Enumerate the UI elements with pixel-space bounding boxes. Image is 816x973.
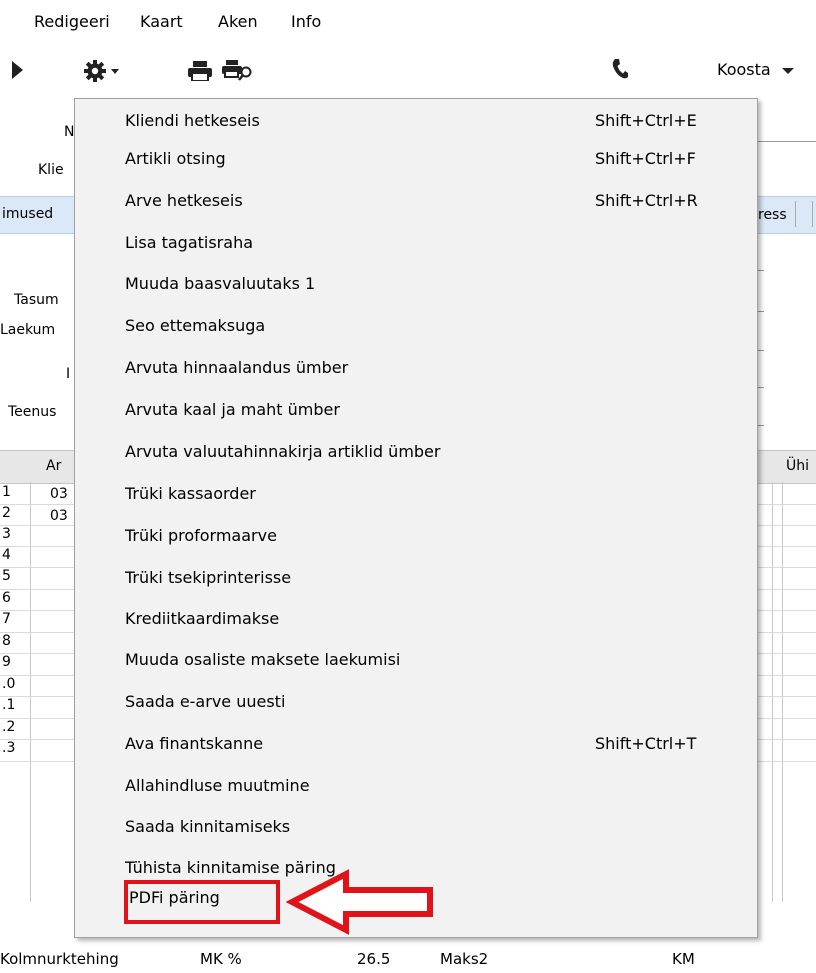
tab-right-label[interactable]: ress — [758, 207, 787, 223]
menu-redigeeri[interactable]: Redigeeri — [34, 12, 110, 31]
menu-aken[interactable]: Aken — [218, 12, 258, 31]
menu-item-muuda-baasvaluutaks[interactable]: Muuda baasvaluutaks 1 — [75, 265, 757, 303]
chevron-down-icon — [781, 68, 794, 74]
highlight-box — [124, 880, 280, 924]
toolbar: Koosta — [0, 44, 816, 96]
form-label-teenus: Teenus — [8, 404, 57, 420]
menu-item-lisa-tagatisraha[interactable]: Lisa tagatisraha — [75, 224, 757, 262]
row-code[interactable]: 03 — [50, 486, 68, 502]
row-number: .1 — [2, 697, 16, 713]
menu-item-truki-kassaorder[interactable]: Trüki kassaorder — [75, 475, 757, 513]
form-label-n: N — [64, 124, 75, 140]
grid-column-line — [772, 482, 773, 902]
print-preview-icon[interactable] — [222, 60, 254, 82]
menu-item-label: Ava finantskanne — [125, 734, 264, 753]
menu-item-seo-ettemaksuga[interactable]: Seo ettemaksuga — [75, 307, 757, 345]
tab-divider — [812, 201, 813, 227]
tab-left-label[interactable]: imused — [2, 206, 53, 222]
menu-item-label: Seo ettemaksuga — [125, 316, 266, 335]
menu-item-label: Muuda osaliste maksete laekumisi — [125, 650, 401, 669]
menu-bar: Redigeeri Kaart Aken Info — [0, 0, 816, 44]
printer-icon[interactable] — [188, 61, 212, 81]
menu-item-label: Trüki tsekiprinterisse — [125, 568, 292, 587]
menu-item-arvuta-valuutahinnakirja[interactable]: Arvuta valuutahinnakirja artiklid ümber — [75, 433, 757, 471]
grid-column-line — [30, 482, 31, 902]
menu-item-label: Saada e-arve uuesti — [125, 692, 286, 711]
row-number: 7 — [2, 611, 11, 627]
form-label-tasum: Tasum — [14, 292, 59, 308]
menu-kaart[interactable]: Kaart — [140, 12, 183, 31]
menu-item-shortcut: Shift+Ctrl+T — [595, 734, 697, 753]
menu-info[interactable]: Info — [291, 12, 321, 31]
phone-icon[interactable] — [612, 58, 628, 80]
status-mk-value: 26.5 — [357, 950, 391, 968]
menu-item-saada-e-arve[interactable]: Saada e-arve uuesti — [75, 683, 757, 721]
row-number: 2 — [2, 505, 11, 521]
menu-item-label: Muuda baasvaluutaks 1 — [125, 274, 316, 293]
row-number: 4 — [2, 547, 11, 563]
menu-item-shortcut: Shift+Ctrl+E — [595, 111, 697, 130]
form-label-i: I — [66, 366, 71, 382]
menu-item-shortcut: Shift+Ctrl+F — [595, 149, 696, 168]
menu-item-ava-finantskanne[interactable]: Ava finantskanne Shift+Ctrl+T — [75, 725, 757, 763]
menu-item-label: Arvuta hinnaalandus ümber — [125, 358, 349, 377]
menu-item-label: Allahindluse muutmine — [125, 776, 310, 795]
menu-item-label: Arve hetkeseis — [125, 191, 243, 210]
menu-item-label: Kliendi hetkeseis — [125, 111, 260, 130]
row-code[interactable]: 03 — [50, 508, 68, 524]
menu-item-artikli-otsing[interactable]: Artikli otsing Shift+Ctrl+F — [75, 140, 757, 178]
context-menu: Kliendi hetkeseis Shift+Ctrl+E Artikli o… — [74, 98, 758, 938]
menu-item-truki-tsekiprinterisse[interactable]: Trüki tsekiprinterisse — [75, 559, 757, 597]
menu-item-label: Trüki proformaarve — [125, 526, 277, 545]
menu-item-label: Arvuta valuutahinnakirja artiklid ümber — [125, 442, 441, 461]
menu-item-muuda-osaliste-maksete[interactable]: Muuda osaliste maksete laekumisi — [75, 641, 757, 679]
menu-item-label: Arvuta kaal ja maht ümber — [125, 400, 340, 419]
row-number: 9 — [2, 654, 11, 670]
row-number: .3 — [2, 740, 16, 756]
grid-header-uhik[interactable]: Ühi — [786, 458, 809, 474]
menu-item-arvuta-kaal-maht[interactable]: Arvuta kaal ja maht ümber — [75, 391, 757, 429]
gear-icon[interactable] — [84, 59, 124, 83]
menu-item-label: Saada kinnitamiseks — [125, 817, 291, 836]
menu-item-shortcut: Shift+Ctrl+R — [595, 191, 698, 210]
row-number: 1 — [2, 484, 11, 500]
menu-item-saada-kinnitamiseks[interactable]: Saada kinnitamiseks — [75, 808, 757, 846]
status-kolmnurktehing: Kolmnurktehing — [0, 950, 119, 968]
grid-column-line — [782, 482, 783, 902]
row-number: 8 — [2, 633, 11, 649]
menu-item-arve-hetkeseis[interactable]: Arve hetkeseis Shift+Ctrl+R — [75, 182, 757, 220]
menu-item-allahindluse-muutmine[interactable]: Allahindluse muutmine — [75, 767, 757, 805]
grid-header-artikkel[interactable]: Ar — [46, 458, 61, 474]
menu-item-kliendi-hetkeseis[interactable]: Kliendi hetkeseis Shift+Ctrl+E — [75, 102, 757, 140]
koosta-dropdown[interactable]: Koosta — [717, 60, 794, 79]
menu-item-label: Trüki kassaorder — [125, 484, 256, 503]
menu-item-label: Lisa tagatisraha — [125, 233, 254, 252]
row-number: 6 — [2, 590, 11, 606]
menu-item-arvuta-hinnaalandus[interactable]: Arvuta hinnaalandus ümber — [75, 349, 757, 387]
field-underline — [756, 141, 816, 142]
form-label-klie: Klie — [38, 162, 64, 178]
row-number: 5 — [2, 568, 11, 584]
status-km: KM — [672, 950, 695, 968]
row-number: 3 — [2, 526, 11, 542]
play-icon[interactable] — [12, 61, 24, 79]
row-number: .0 — [2, 676, 16, 692]
left-arrow-icon — [286, 869, 433, 935]
status-maks2: Maks2 — [440, 950, 489, 968]
menu-item-truki-proformaarve[interactable]: Trüki proformaarve — [75, 517, 757, 555]
form-label-laekum: Laekum — [0, 322, 56, 338]
tab-divider — [795, 201, 796, 227]
menu-item-label: Krediitkaardimakse — [125, 609, 280, 628]
status-mk-percent: MK % — [200, 950, 242, 968]
row-number: .2 — [2, 719, 16, 735]
koosta-label: Koosta — [717, 60, 771, 79]
menu-item-krediitkaardimakse[interactable]: Krediitkaardimakse — [75, 600, 757, 638]
menu-item-label: Artikli otsing — [125, 149, 226, 168]
